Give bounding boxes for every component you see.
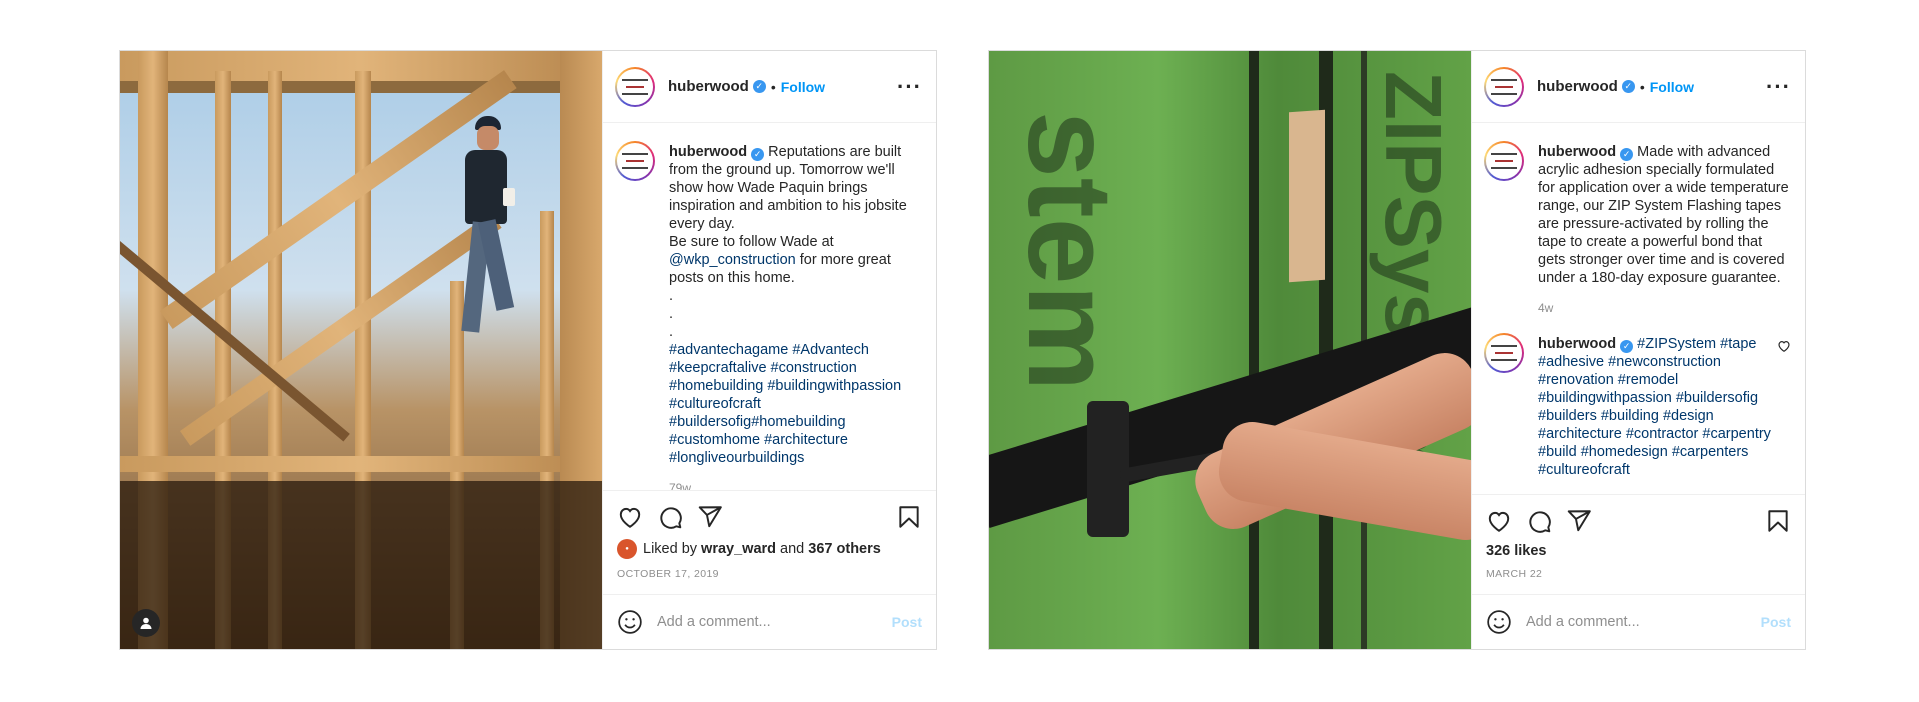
comment-like-heart-icon[interactable] [1777, 339, 1791, 353]
comment-input[interactable] [1526, 614, 1761, 630]
action-bar: ● Liked by wray_ward and 367 others OCTO… [603, 490, 936, 594]
post-header: huberwood ✓ • Follow ··· [603, 51, 936, 123]
likes-count[interactable]: 326 likes [1486, 543, 1791, 559]
more-options-icon[interactable]: ··· [1766, 75, 1791, 97]
avatar[interactable] [615, 141, 655, 181]
mention-link[interactable]: @wkp_construction [669, 252, 796, 268]
avatar[interactable] [1484, 141, 1524, 181]
more-options-icon[interactable]: ··· [897, 75, 922, 97]
caption-text: Be sure to follow Wade at [669, 234, 834, 250]
huberwood-logo-icon [1491, 153, 1517, 169]
post-comment-button[interactable]: Post [892, 614, 922, 630]
post-age[interactable]: 4w [1538, 299, 1791, 317]
emoji-icon[interactable] [1486, 609, 1512, 635]
caption: huberwood ✓ Reputations are built from th… [615, 141, 922, 490]
caption-dot: . [669, 306, 674, 322]
post-date[interactable]: OCTOBER 17, 2019 [617, 568, 922, 580]
huberwood-logo-icon [622, 78, 648, 95]
caption-username[interactable]: huberwood [669, 144, 747, 160]
share-icon[interactable] [1566, 508, 1592, 534]
user-tag-button[interactable] [132, 609, 160, 637]
comment-input[interactable] [657, 614, 892, 630]
verified-badge-icon: ✓ [1620, 148, 1634, 161]
huberwood-logo-icon [1491, 78, 1517, 95]
heart-icon[interactable] [617, 504, 643, 530]
verified-badge-icon: ✓ [752, 80, 766, 93]
username-link[interactable]: huberwood [1537, 78, 1618, 95]
comment: huberwood ✓ #ZIPSystem #tape #adhesive #n… [1484, 333, 1791, 479]
caption-username[interactable]: huberwood [1538, 144, 1616, 160]
liked-by-and: and [780, 541, 805, 557]
username-link[interactable]: huberwood [668, 78, 749, 95]
post-photo-zip-tape[interactable]: stem ZIPSystem [989, 51, 1471, 649]
follow-button[interactable]: Follow [781, 79, 825, 95]
liked-by-label: Liked by [643, 541, 698, 557]
comments-list[interactable]: huberwood ✓ Made with advanced acrylic ad… [1472, 123, 1805, 494]
post-photo-framing[interactable] [120, 51, 602, 649]
user-tag-icon [140, 617, 152, 629]
liked-by-others[interactable]: 367 others [808, 541, 881, 557]
instagram-post-1: huberwood ✓ • Follow ··· huberwood ✓ Repu… [119, 50, 937, 650]
emoji-icon[interactable] [617, 609, 643, 635]
avatar[interactable] [1484, 333, 1524, 373]
avatar[interactable]: ● [617, 539, 637, 559]
hashtag-list[interactable]: #ZIPSystem #tape #adhesive #newconstruct… [1538, 336, 1771, 478]
bookmark-icon[interactable] [1765, 508, 1791, 534]
post-date[interactable]: MARCH 22 [1486, 568, 1791, 580]
post-side-panel: huberwood ✓ • Follow ··· huberwood ✓ Repu… [602, 51, 936, 649]
bookmark-icon[interactable] [896, 504, 922, 530]
verified-badge-icon: ✓ [1620, 340, 1634, 353]
comment-icon[interactable] [657, 504, 683, 530]
add-comment-bar: Post [603, 594, 936, 649]
header-separator: • [770, 78, 776, 95]
add-comment-bar: Post [1472, 594, 1805, 649]
huberwood-logo-icon [1491, 345, 1517, 361]
action-bar: 326 likes MARCH 22 [1472, 494, 1805, 594]
comment-icon[interactable] [1526, 508, 1552, 534]
worker-figure [455, 116, 515, 346]
caption-text: Made with advanced acrylic adhesion spec… [1538, 144, 1789, 286]
avatar[interactable] [1484, 66, 1524, 107]
instagram-post-2: stem ZIPSystem huberwood ✓ • Follow ··· … [988, 50, 1806, 650]
share-icon[interactable] [697, 504, 723, 530]
caption: huberwood ✓ Made with advanced acrylic ad… [1484, 141, 1791, 317]
hashtag-list[interactable]: #advantechagame #Advantech #keepcraftali… [669, 341, 922, 467]
verified-badge-icon: ✓ [1621, 80, 1635, 93]
post-header: huberwood ✓ • Follow ··· [1472, 51, 1805, 123]
post-age[interactable]: 79w [669, 479, 922, 490]
avatar[interactable] [615, 66, 655, 107]
liker-username[interactable]: wray_ward [701, 541, 776, 557]
header-separator: • [1639, 78, 1645, 95]
comments-list[interactable]: huberwood ✓ Reputations are built from th… [603, 123, 936, 490]
post-side-panel: huberwood ✓ • Follow ··· huberwood ✓ Made… [1471, 51, 1805, 649]
verified-badge-icon: ✓ [751, 148, 765, 161]
heart-icon[interactable] [1486, 508, 1512, 534]
caption-dot: . [669, 324, 674, 340]
follow-button[interactable]: Follow [1650, 79, 1694, 95]
caption-dot: . [669, 288, 674, 304]
post-comment-button[interactable]: Post [1761, 614, 1791, 630]
huberwood-logo-icon [622, 153, 648, 169]
comment-username[interactable]: huberwood [1538, 336, 1616, 352]
likes-count-label[interactable]: 326 likes [1486, 543, 1546, 559]
likes-summary: ● Liked by wray_ward and 367 others [617, 539, 922, 559]
